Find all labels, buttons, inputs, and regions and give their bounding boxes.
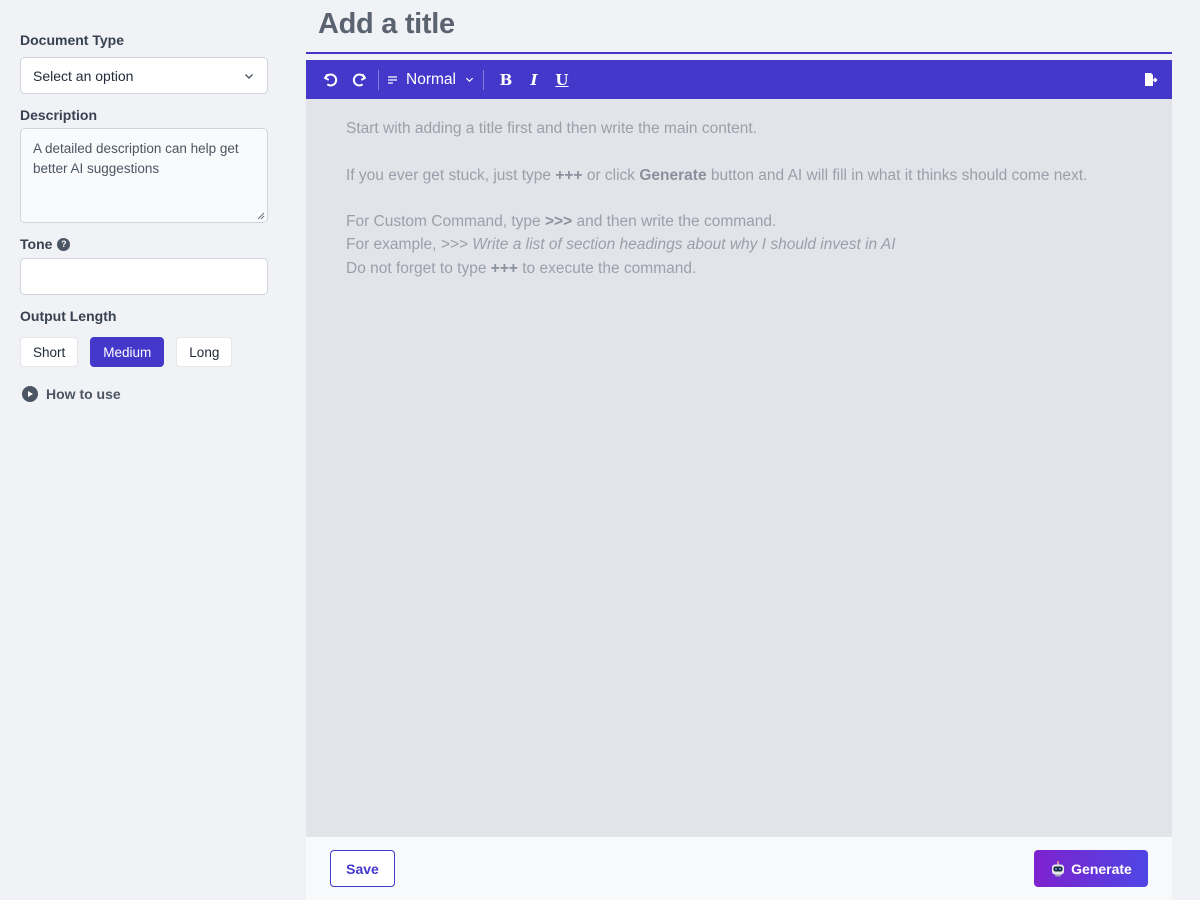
editor-placeholder-line: Start with adding a title first and then… <box>346 120 757 137</box>
editor-content-area[interactable]: Start with adding a title first and then… <box>306 99 1172 837</box>
text-format-select[interactable]: Normal <box>387 71 475 89</box>
italic-button[interactable]: I <box>520 71 548 89</box>
tone-label: Tone ? <box>20 236 71 252</box>
toolbar-divider <box>482 69 484 90</box>
description-textarea[interactable]: A detailed description can help get bett… <box>20 128 268 223</box>
editor-placeholder-line: For example, >>> Write a list of section… <box>346 236 896 254</box>
editor-placeholder-line: For Custom Command, type >>> and then wr… <box>346 213 777 231</box>
length-long-button[interactable]: Long <box>176 337 233 367</box>
output-length-options: Short Medium Long <box>20 337 233 367</box>
undo-icon[interactable] <box>320 72 342 88</box>
redo-icon[interactable] <box>348 72 370 88</box>
editor-placeholder-line: If you ever get stuck, just type +++ or … <box>346 166 1088 184</box>
how-to-use-label: How to use <box>46 386 121 402</box>
resize-grip-icon[interactable] <box>257 212 265 220</box>
output-length-label: Output Length <box>20 308 117 324</box>
document-type-label: Document Type <box>20 32 124 48</box>
description-text: A detailed description can help get bett… <box>33 141 239 176</box>
play-icon <box>22 386 38 402</box>
text-format-value: Normal <box>406 70 456 88</box>
chevron-down-icon <box>465 77 474 83</box>
tone-input[interactable] <box>20 258 268 295</box>
editor-toolbar: Normal B I U <box>306 60 1172 99</box>
title-input[interactable]: Add a title <box>318 8 455 41</box>
editor-placeholder-line: Do not forget to type +++ to execute the… <box>346 259 697 277</box>
editor-footer: Save Generate <box>306 837 1172 900</box>
align-icon <box>388 75 397 84</box>
document-type-select[interactable]: Select an option <box>20 57 268 94</box>
length-short-button[interactable]: Short <box>20 337 79 367</box>
underline-button[interactable]: U <box>548 71 576 89</box>
save-button[interactable]: Save <box>330 850 395 887</box>
generate-button[interactable]: Generate <box>1034 850 1148 887</box>
document-type-value: Select an option <box>33 67 134 84</box>
robot-icon <box>1052 860 1065 876</box>
help-icon[interactable]: ? <box>57 237 71 251</box>
description-label: Description <box>20 107 98 123</box>
how-to-use-link[interactable]: How to use <box>22 386 121 402</box>
export-icon[interactable] <box>1143 72 1158 87</box>
chevron-down-icon <box>245 73 253 79</box>
generate-label: Generate <box>1071 860 1132 877</box>
bold-button[interactable]: B <box>492 71 520 89</box>
length-medium-button[interactable]: Medium <box>90 337 165 367</box>
toolbar-divider <box>378 69 379 90</box>
editor-panel: Add a title Normal B I U Start with addi… <box>306 0 1172 900</box>
title-underline <box>306 52 1172 54</box>
